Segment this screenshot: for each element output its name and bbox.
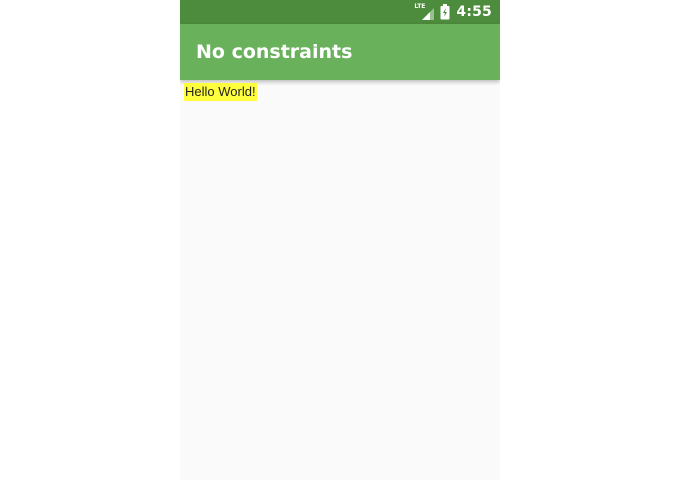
hello-world-text: Hello World! (184, 83, 257, 101)
battery-charging-icon (440, 4, 450, 20)
status-bar: LTE 4:55 (180, 0, 500, 24)
content-area: Hello World! (180, 80, 500, 480)
page-title: No constraints (196, 41, 353, 63)
phone-screen: LTE 4:55 No constraints Hello World! (180, 0, 500, 480)
status-time: 4:55 (456, 4, 492, 20)
app-bar: No constraints (180, 24, 500, 80)
lte-signal-icon: LTE (414, 3, 435, 20)
status-icons: LTE 4:55 (414, 0, 492, 24)
